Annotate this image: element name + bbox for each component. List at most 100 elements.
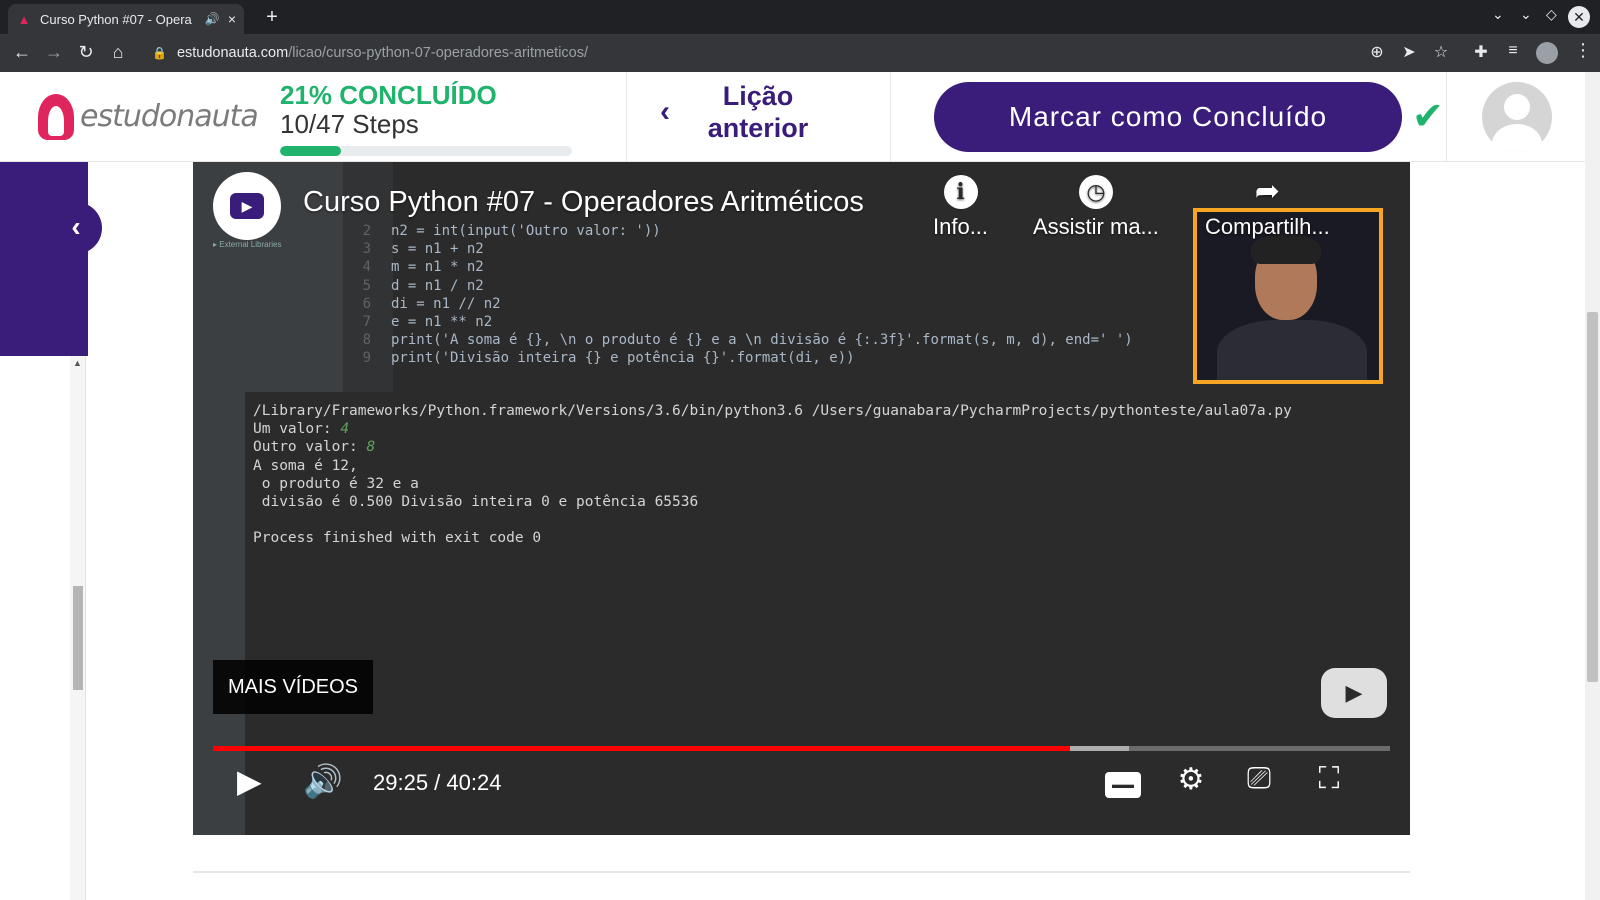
info-icon: i (943, 175, 978, 209)
media-control-icon[interactable]: ≡ (1502, 42, 1524, 60)
rocket-logo-icon (34, 90, 78, 142)
settings-gear-icon[interactable]: ⚙ (1169, 762, 1213, 797)
sidebar-scrollbar[interactable]: ▲ (70, 356, 86, 900)
subtitles-button[interactable]: ▬▬ (1101, 762, 1145, 798)
video-player[interactable]: ▸ External Libraries 2 n2 = int(input('Ou… (193, 162, 1410, 835)
url-domain: estudonauta.com (176, 45, 289, 61)
sidebar-scroll-thumb[interactable] (73, 586, 83, 690)
info-button[interactable]: i Info... (933, 170, 988, 240)
tab-search-icon[interactable]: ⌄ (1492, 6, 1504, 23)
share-icon: ➦ (1254, 175, 1280, 208)
scroll-up-arrow-icon[interactable]: ▲ (70, 358, 85, 368)
line-number: 7 (362, 314, 371, 331)
share-label: Compartilh... (1205, 214, 1330, 239)
line-number: 2 (362, 223, 371, 239)
new-tab-button[interactable]: + (258, 4, 286, 30)
code-line: 8 print('A soma é {}, \n o produto é {} e… (343, 331, 1133, 349)
line-number: 8 (362, 332, 371, 349)
line-number: 3 (362, 241, 371, 258)
lesson-header: estudonauta 21% CONCLUÍDO 10/47 Steps ‹ … (0, 72, 1585, 162)
code-line: 2 n2 = int(input('Outro valor: ')) (343, 222, 1133, 240)
mark-complete-button[interactable]: Marcar como Concluído (934, 82, 1402, 152)
console-line: o produto é 32 e a (253, 475, 419, 492)
console-input-value: 4 (340, 421, 350, 438)
logo-text: estudonauta (80, 98, 259, 134)
line-number: 9 (362, 350, 371, 367)
forward-arrow-icon[interactable]: → (42, 42, 66, 63)
reload-icon[interactable]: ↻ (74, 42, 98, 63)
send-icon[interactable]: ➤ (1398, 42, 1420, 62)
youtube-watermark-icon[interactable]: ▶ (1321, 668, 1387, 718)
url-field[interactable]: 🔒 estudonauta.com/licao/curso-python-07-o… (140, 39, 1340, 67)
progress-bar (280, 146, 572, 156)
progress-bar-fill (280, 146, 342, 156)
browser-menu-icon[interactable]: ⋮ (1574, 40, 1592, 61)
code-text: n2 = int(input('Outro valor: ')) (391, 223, 661, 239)
code-line: 7 e = n1 ** n2 (343, 313, 1133, 331)
tab-close-button[interactable]: × (228, 11, 236, 27)
profile-avatar-icon[interactable] (1536, 42, 1558, 64)
play-button[interactable]: ▶ (237, 762, 262, 800)
window-close-button[interactable]: ✕ (1568, 6, 1590, 28)
channel-logo[interactable]: ▶ (213, 172, 281, 240)
previous-lesson-button[interactable]: ‹ Lição anterior (660, 80, 818, 144)
estudonauta-favicon-icon: ▲ (17, 11, 31, 27)
console-line: divisão é 0.500 Divisão inteira 0 e potê… (253, 494, 699, 511)
played-bar (213, 746, 1070, 751)
line-number: 4 (362, 259, 371, 276)
tab-title: Curso Python #07 - Opera (40, 11, 192, 27)
home-icon[interactable]: ⌂ (106, 42, 130, 63)
back-arrow-icon[interactable]: ← (10, 42, 34, 63)
code-line: 4 m = n1 * n2 (343, 258, 1133, 276)
minimize-icon[interactable]: ⌄ (1520, 6, 1532, 23)
code-text: di = n1 // n2 (391, 295, 501, 312)
site-logo[interactable]: estudonauta (34, 90, 259, 142)
lesson-sidebar-panel (0, 162, 88, 356)
restore-icon[interactable]: ◇ (1546, 6, 1557, 23)
code-text: e = n1 ** n2 (391, 314, 493, 331)
address-bar: ← → ↻ ⌂ 🔒 estudonauta.com/licao/curso-pyt… (0, 34, 1600, 72)
volume-icon[interactable]: 🔊 (303, 762, 343, 800)
lock-icon[interactable]: 🔒 (152, 46, 167, 60)
captions-icon: ▬▬ (1105, 772, 1141, 798)
course-progress: 21% CONCLUÍDO 10/47 Steps (280, 80, 497, 140)
clock-icon: ◷ (1078, 175, 1113, 209)
code-text: print('Divisão inteira {} e potência {}'… (391, 350, 855, 367)
extensions-icon[interactable]: ✚ (1470, 42, 1492, 62)
video-title[interactable]: Curso Python #07 - Operadores Aritmético… (303, 186, 864, 219)
more-videos-button[interactable]: MAIS VÍDEOS (213, 660, 373, 714)
fullscreen-icon[interactable]: ⛶ (1307, 762, 1351, 796)
browser-tab-bar: ▲ Curso Python #07 - Opera 🔊 × + ⌄ ⌄ ◇ ✕ (0, 0, 1600, 34)
url-path: /licao/curso-python-07-operadores-aritme… (288, 45, 589, 61)
page-scrollbar[interactable] (1585, 72, 1600, 900)
console-line: A soma é 12, (253, 457, 358, 474)
progress-steps: 10/47 Steps (280, 109, 419, 139)
code-line: 5 d = n1 / n2 (343, 277, 1133, 295)
share-button[interactable]: ➦ Compartilh... (1205, 170, 1330, 240)
user-avatar[interactable] (1482, 82, 1552, 152)
code-line: 3 s = n1 + n2 (343, 240, 1133, 258)
run-console-output: /Library/Frameworks/Python.framework/Ver… (253, 402, 1292, 548)
code-text: m = n1 * n2 (391, 259, 484, 276)
console-line: /Library/Frameworks/Python.framework/Ver… (253, 403, 1292, 419)
zoom-icon[interactable]: ⊕ (1366, 42, 1388, 62)
speaker-icon[interactable]: 🔊 (205, 12, 220, 26)
console-input-value: 8 (366, 439, 376, 456)
code-line: 6 di = n1 // n2 (343, 295, 1133, 313)
bookmark-star-icon[interactable]: ☆ (1430, 42, 1452, 62)
chevron-left-icon: ‹ (660, 95, 670, 128)
content-divider (193, 871, 1410, 873)
code-editor: 2 n2 = int(input('Outro valor: ')) 3 s = n1… (343, 222, 1133, 368)
previous-lesson-label: Lição anterior (707, 81, 809, 143)
header-divider (890, 72, 891, 162)
page-scroll-thumb[interactable] (1587, 312, 1598, 682)
console-line: Process finished with exit code 0 (253, 530, 542, 547)
video-progress-bar[interactable] (213, 746, 1390, 751)
browser-tab[interactable]: ▲ Curso Python #07 - Opera 🔊 × (8, 4, 244, 34)
watch-later-button[interactable]: ◷ Assistir ma... (1033, 170, 1159, 240)
cast-icon[interactable]: ⎚ (1237, 762, 1281, 796)
info-label: Info... (933, 214, 989, 239)
console-line: Um valor: 4 (253, 421, 350, 438)
sidebar-toggle-button[interactable]: ‹ (50, 202, 102, 254)
